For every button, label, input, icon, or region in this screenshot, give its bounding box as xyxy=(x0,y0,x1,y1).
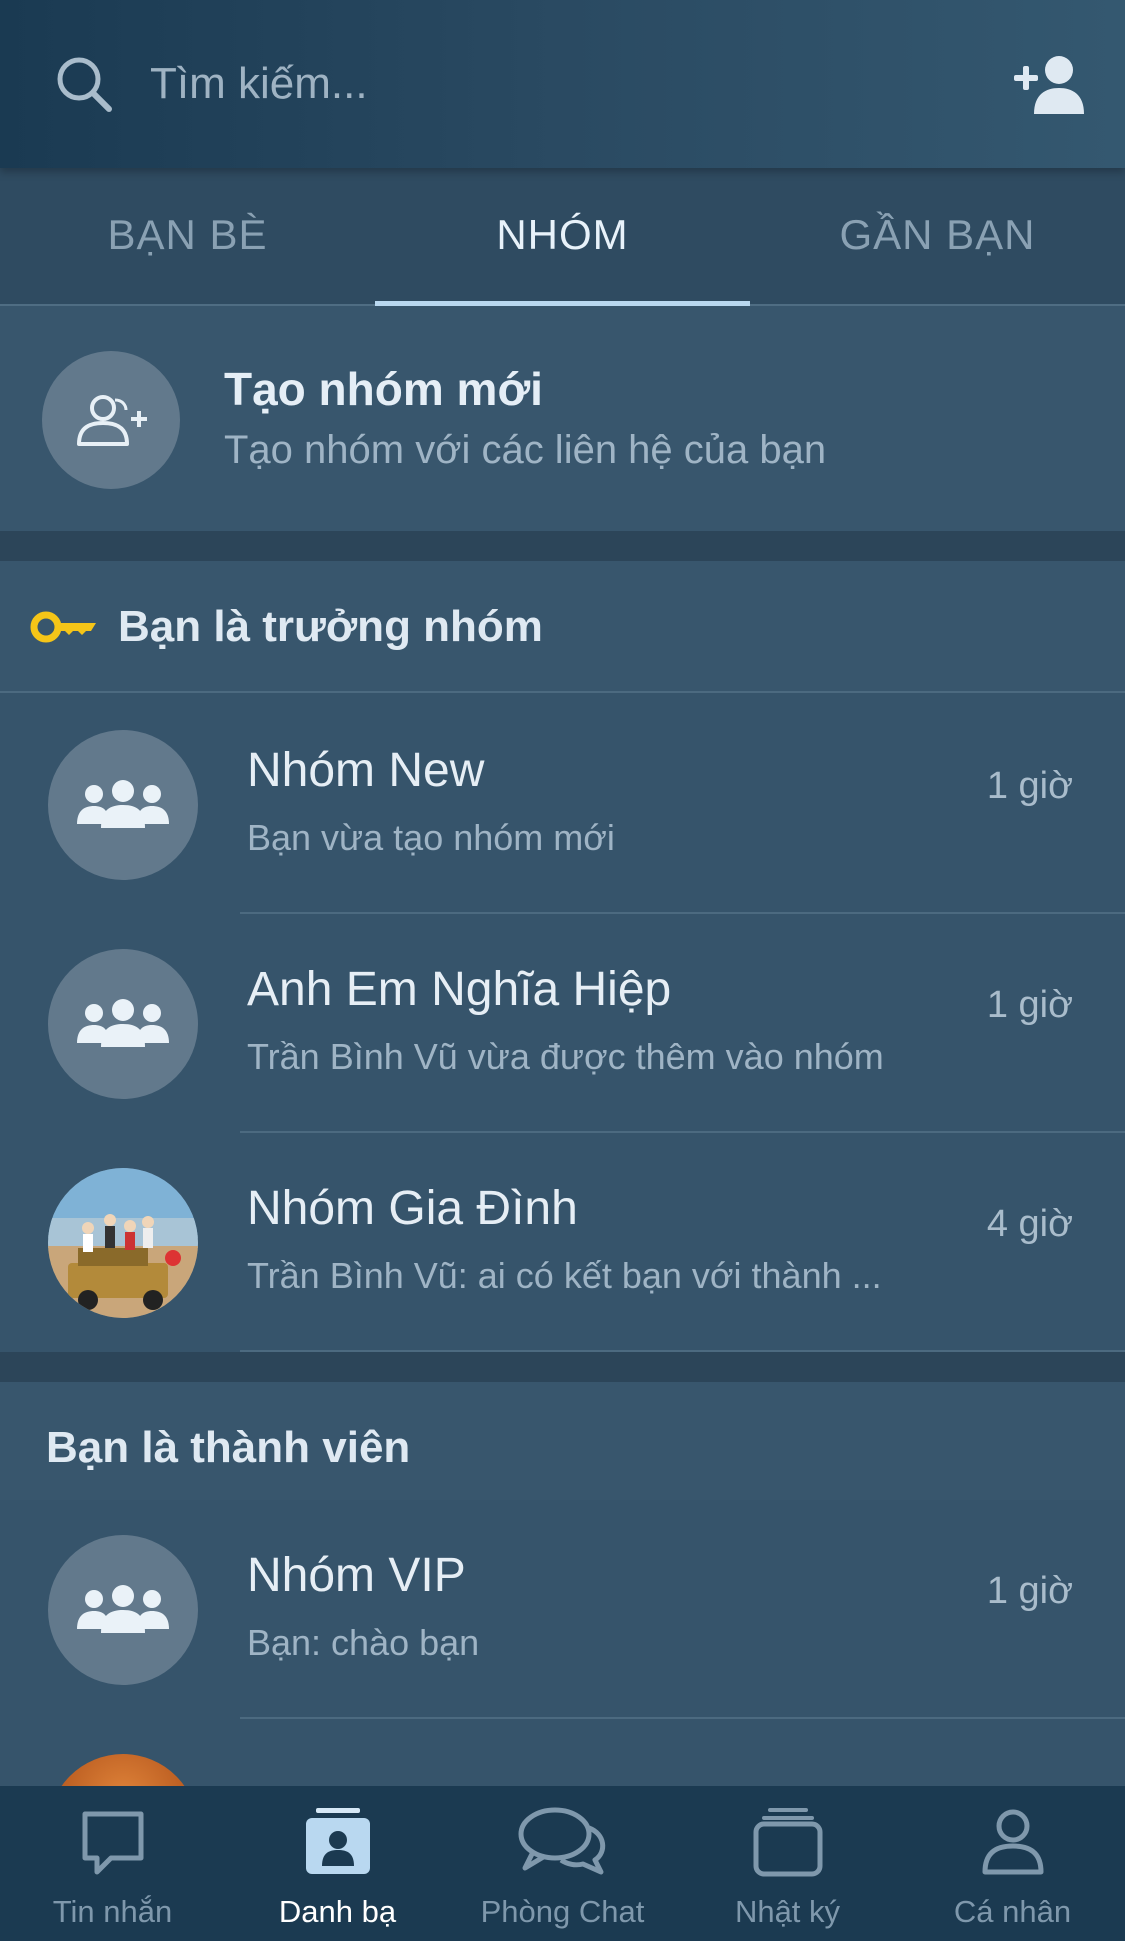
create-group-row[interactable]: Tạo nhóm mới Tạo nhóm với các liên hệ củ… xyxy=(0,306,1125,531)
section-gap xyxy=(0,1352,1125,1382)
section-header-leader: Bạn là trưởng nhóm xyxy=(0,561,1125,693)
group-name: Anh Em Nghĩa Hiệp xyxy=(247,963,672,1016)
nav-label: Nhật ký xyxy=(734,1894,841,1929)
create-group-title: Tạo nhóm mới xyxy=(224,363,543,415)
group-photo-avatar xyxy=(48,1168,198,1318)
bottom-nav: Tin nhắn Danh bạ Phòng Chat Nhật ký Cá n… xyxy=(0,1786,1125,1941)
nav-contacts[interactable]: Danh bạ xyxy=(225,1786,450,1941)
nav-chat-rooms[interactable]: Phòng Chat xyxy=(450,1786,675,1941)
group-row[interactable]: Anh Em Nghĩa Hiệp Trần Bình Vũ vừa được … xyxy=(0,914,1125,1133)
chat-rooms-icon xyxy=(518,1807,605,1875)
group-time: 4 giờ xyxy=(986,1203,1073,1245)
profile-icon xyxy=(982,1809,1043,1875)
group-row[interactable]: Nhóm Gia Đình Trần Bình Vũ: ai có kết bạ… xyxy=(0,1133,1125,1352)
group-row[interactable]: Nhóm VIP Bạn: chào bạn 1 giờ xyxy=(0,1500,1125,1719)
group-time: 1 giờ xyxy=(986,1570,1073,1612)
group-time: 1 giờ xyxy=(986,765,1073,807)
contacts-icon xyxy=(305,1808,370,1874)
top-bar: Tìm kiếm... xyxy=(0,0,1125,168)
section-title: Bạn là trưởng nhóm xyxy=(118,602,543,651)
group-last-message: Trần Bình Vũ vừa được thêm vào nhóm xyxy=(247,1036,884,1077)
nav-label: Cá nhân xyxy=(953,1894,1072,1929)
add-friend-icon[interactable] xyxy=(1012,52,1088,116)
group-name: Nhóm VIP xyxy=(247,1549,466,1602)
tab-nearby[interactable]: GẦN BẠN xyxy=(750,168,1125,304)
section-title: Bạn là thành viên xyxy=(46,1423,411,1472)
group-time: 1 giờ xyxy=(986,984,1073,1026)
nav-profile[interactable]: Cá nhân xyxy=(900,1786,1125,1941)
tab-bar: BẠN BÈ NHÓM GẦN BẠN xyxy=(0,168,1125,306)
create-group-avatar xyxy=(42,351,180,489)
group-name: Nhóm Gia Đình xyxy=(247,1182,578,1235)
group-avatar xyxy=(48,949,198,1099)
section-gap xyxy=(0,531,1125,561)
nav-label: Danh bạ xyxy=(278,1894,397,1929)
family-photo xyxy=(48,1168,198,1318)
search-icon[interactable] xyxy=(52,52,116,116)
tab-groups[interactable]: NHÓM xyxy=(375,168,750,306)
group-row[interactable]: Nhóm New Bạn vừa tạo nhóm mới 1 giờ xyxy=(0,695,1125,914)
group-icon xyxy=(77,999,169,1047)
group-avatar xyxy=(48,1535,198,1685)
group-last-message: Bạn vừa tạo nhóm mới xyxy=(247,817,615,858)
nav-messages[interactable]: Tin nhắn xyxy=(0,1786,225,1941)
message-icon xyxy=(82,1811,143,1875)
nav-label: Phòng Chat xyxy=(480,1894,645,1929)
create-group-subtitle: Tạo nhóm với các liên hệ của bạn xyxy=(224,428,827,472)
tab-friends[interactable]: BẠN BÈ xyxy=(0,168,375,304)
group-avatar xyxy=(48,730,198,880)
group-name: Nhóm New xyxy=(247,744,485,797)
nav-label: Tin nhắn xyxy=(52,1894,173,1929)
add-group-icon xyxy=(77,395,147,446)
key-icon xyxy=(30,611,96,643)
section-header-member: Bạn là thành viên xyxy=(0,1382,1125,1514)
group-icon xyxy=(77,1585,169,1633)
group-last-message: Bạn: chào bạn xyxy=(247,1622,480,1663)
nav-timeline[interactable]: Nhật ký xyxy=(675,1786,900,1941)
group-last-message: Trần Bình Vũ: ai có kết bạn với thành ..… xyxy=(247,1255,882,1296)
search-input[interactable]: Tìm kiếm... xyxy=(150,52,368,116)
timeline-icon xyxy=(753,1808,822,1877)
group-icon xyxy=(77,780,169,828)
